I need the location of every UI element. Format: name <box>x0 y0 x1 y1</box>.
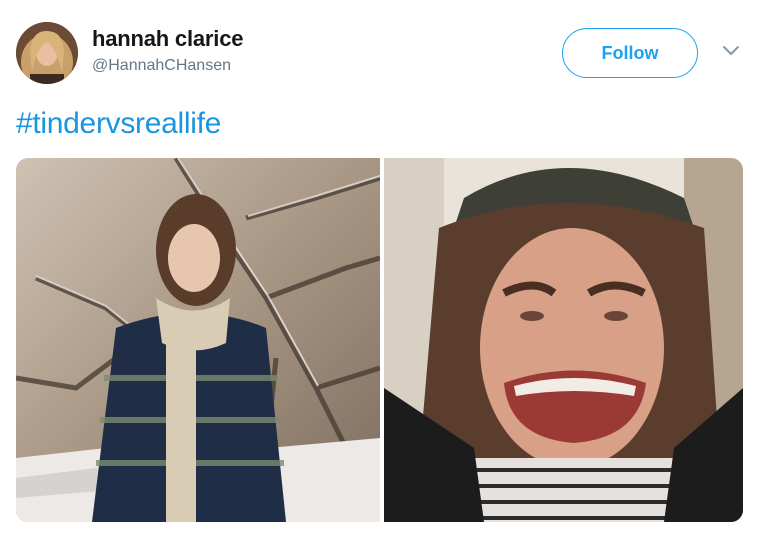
photo-tinder[interactable] <box>16 158 380 522</box>
avatar[interactable] <box>16 22 78 84</box>
author-display-name[interactable]: hannah clarice <box>92 26 243 52</box>
hashtag-link[interactable]: #tindervsreallife <box>16 107 221 141</box>
media-grid <box>16 158 743 522</box>
author-handle[interactable]: @HannahCHansen <box>92 57 231 75</box>
follow-button[interactable]: Follow <box>562 28 698 78</box>
chevron-down-icon[interactable] <box>722 45 740 57</box>
photo-real-life[interactable] <box>384 158 743 522</box>
profile-photo <box>16 22 78 84</box>
